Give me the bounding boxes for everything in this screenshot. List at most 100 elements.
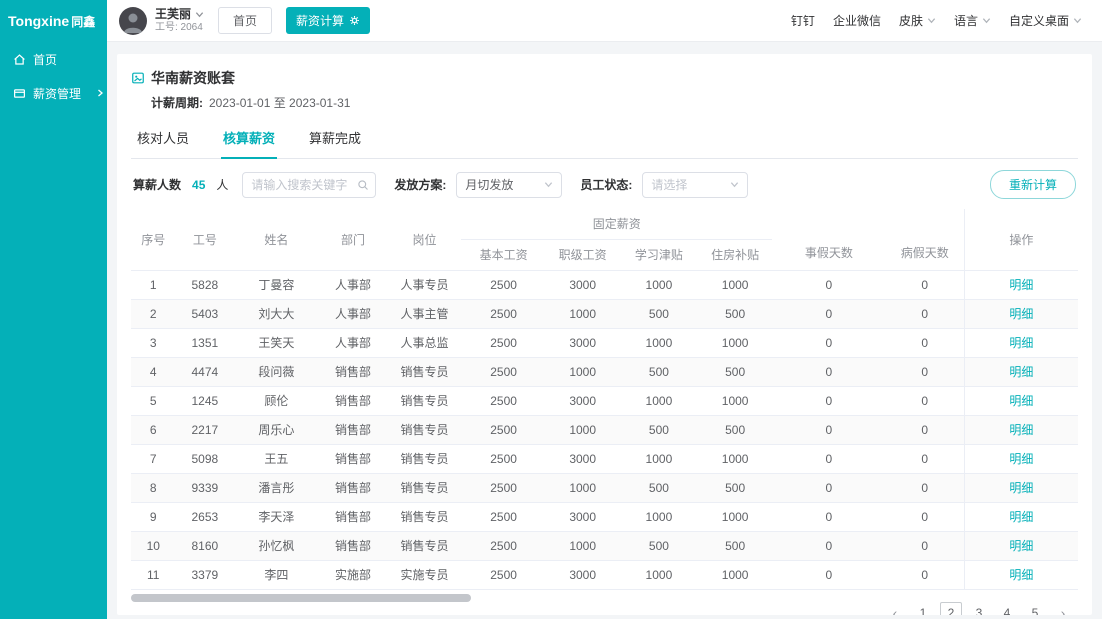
- chevron-down-icon: [982, 16, 991, 25]
- page-button-1[interactable]: 1: [912, 602, 934, 615]
- menu-item-custom-desktop[interactable]: 自定义桌面: [1009, 12, 1082, 29]
- table-cell: 0: [886, 532, 965, 561]
- table-cell: 王笑天: [234, 329, 318, 358]
- user-employee-id: 工号: 2064: [155, 22, 204, 35]
- table-cell: 王五: [234, 445, 318, 474]
- sidebar-item-payroll-management[interactable]: 薪资管理: [0, 76, 107, 110]
- action-cell: 明细: [964, 358, 1078, 387]
- table-cell: 6: [131, 416, 176, 445]
- table-cell: 2500: [461, 416, 545, 445]
- menu-item-skin[interactable]: 皮肤: [899, 12, 936, 29]
- horizontal-scrollbar-thumb[interactable]: [131, 594, 471, 602]
- table-cell: 0: [772, 387, 886, 416]
- page-button-5[interactable]: 5: [1024, 602, 1046, 615]
- action-cell: 明细: [964, 416, 1078, 445]
- table-row: 75098王五销售部销售专员250030001000100000明细: [131, 445, 1078, 474]
- table-cell: 1000: [620, 329, 699, 358]
- page-button-4[interactable]: 4: [996, 602, 1018, 615]
- chevron-down-icon: [730, 180, 739, 189]
- toolbar: 算薪人数45人 发放方案: 月切发放 员工状态: 请选择 重新计算: [131, 159, 1078, 209]
- detail-link[interactable]: 明细: [1009, 568, 1033, 582]
- tab-calc-salary[interactable]: 核算薪资: [221, 119, 277, 158]
- chevron-down-icon: [544, 180, 553, 189]
- menu-item-label: 钉钉: [791, 12, 815, 29]
- detail-link[interactable]: 明细: [1009, 452, 1033, 466]
- recalculate-button[interactable]: 重新计算: [990, 170, 1076, 199]
- table-cell: 0: [886, 416, 965, 445]
- detail-link[interactable]: 明细: [1009, 481, 1033, 495]
- table-cell: 3379: [176, 561, 235, 590]
- column-header: 岗位: [388, 209, 462, 271]
- chevron-down-icon: [927, 16, 936, 25]
- table-cell: 人事部: [318, 271, 387, 300]
- menu-item-language[interactable]: 语言: [954, 12, 991, 29]
- tab-verify-staff[interactable]: 核对人员: [135, 119, 191, 158]
- detail-link[interactable]: 明细: [1009, 510, 1033, 524]
- table-cell: 段问薇: [234, 358, 318, 387]
- table-cell: 销售部: [318, 416, 387, 445]
- prev-page-button[interactable]: ‹: [884, 602, 906, 615]
- table-cell: 1000: [698, 503, 772, 532]
- payroll-calc-button[interactable]: 薪资计算: [286, 7, 370, 34]
- page-button-3[interactable]: 3: [968, 602, 990, 615]
- brand-logo-suffix: 同鑫: [71, 13, 95, 30]
- status-label: 员工状态:: [580, 176, 632, 193]
- user-block[interactable]: 王芙丽 工号: 2064: [119, 7, 204, 35]
- tab-calc-done[interactable]: 算薪完成: [307, 119, 363, 158]
- table-cell: 销售部: [318, 474, 387, 503]
- detail-link[interactable]: 明细: [1009, 423, 1033, 437]
- action-cell: 明细: [964, 387, 1078, 416]
- home-button[interactable]: 首页: [218, 7, 272, 34]
- detail-link[interactable]: 明细: [1009, 278, 1033, 292]
- table-cell: 刘大大: [234, 300, 318, 329]
- table-cell: 2500: [461, 561, 545, 590]
- menu-item-wecom[interactable]: 企业微信: [833, 12, 881, 29]
- chevron-down-icon: [195, 10, 204, 19]
- sidebar-item-label: 薪资管理: [33, 85, 81, 102]
- table-cell: 1000: [698, 329, 772, 358]
- content-card: 华南薪资账套 计薪周期:2023-01-01 至 2023-01-31 核对人员…: [117, 54, 1092, 615]
- gear-icon: [349, 15, 360, 26]
- table-cell: 0: [772, 416, 886, 445]
- detail-link[interactable]: 明细: [1009, 307, 1033, 321]
- table-cell: 人事部: [318, 329, 387, 358]
- table-cell: 5: [131, 387, 176, 416]
- table-cell: 0: [772, 271, 886, 300]
- album-icon: [131, 71, 145, 85]
- table-cell: 0: [886, 271, 965, 300]
- action-cell: 明细: [964, 532, 1078, 561]
- main-area: 王芙丽 工号: 2064 首页 薪资计算 钉钉 企业微信 皮肤: [107, 0, 1102, 619]
- status-select[interactable]: 请选择: [642, 172, 748, 198]
- next-page-button[interactable]: ›: [1052, 602, 1074, 615]
- detail-link[interactable]: 明细: [1009, 365, 1033, 379]
- period-value: 2023-01-01 至 2023-01-31: [209, 96, 350, 110]
- table-cell: 销售专员: [388, 416, 462, 445]
- table-cell: 2653: [176, 503, 235, 532]
- table-row: 44474段问薇销售部销售专员2500100050050000明细: [131, 358, 1078, 387]
- plan-select[interactable]: 月切发放: [456, 172, 562, 198]
- table-cell: 销售部: [318, 445, 387, 474]
- detail-link[interactable]: 明细: [1009, 394, 1033, 408]
- table-cell: 1000: [698, 387, 772, 416]
- table-cell: 1000: [620, 271, 699, 300]
- search-input[interactable]: [242, 172, 376, 198]
- column-header: 学习津贴: [620, 240, 699, 271]
- table-cell: 0: [772, 358, 886, 387]
- table-cell: 500: [620, 532, 699, 561]
- sidebar-item-home[interactable]: 首页: [0, 42, 107, 76]
- table-cell: 3000: [546, 329, 620, 358]
- page-button-2[interactable]: 2: [940, 602, 962, 615]
- table-cell: 0: [886, 300, 965, 329]
- detail-link[interactable]: 明细: [1009, 336, 1033, 350]
- brand-logo-text: Tongxine: [8, 13, 69, 29]
- table-cell: 1000: [698, 445, 772, 474]
- detail-link[interactable]: 明细: [1009, 539, 1033, 553]
- table-cell: 销售部: [318, 358, 387, 387]
- payroll-calc-button-label: 薪资计算: [296, 12, 344, 29]
- table-cell: 3000: [546, 561, 620, 590]
- table-cell: 1: [131, 271, 176, 300]
- home-icon: [13, 53, 26, 66]
- menu-item-dingtalk[interactable]: 钉钉: [791, 12, 815, 29]
- table-cell: 销售专员: [388, 474, 462, 503]
- table-cell: 4: [131, 358, 176, 387]
